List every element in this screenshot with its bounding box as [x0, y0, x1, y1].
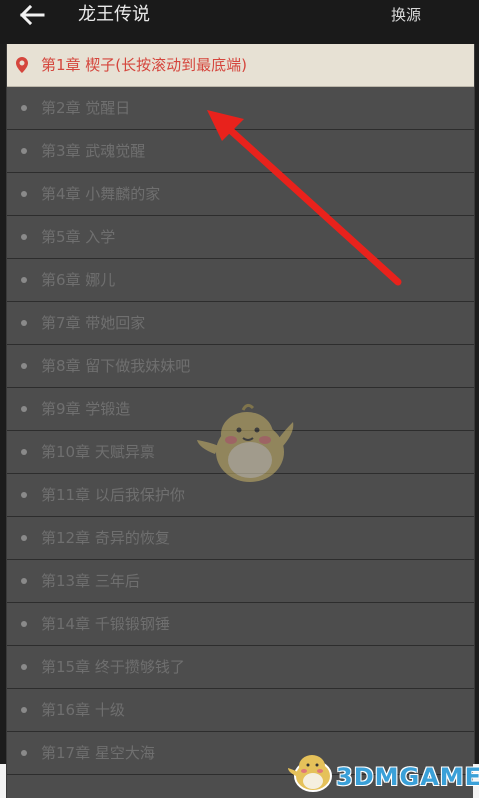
- chapter-title: 第16章 十级: [41, 701, 125, 719]
- page-title: 龙王传说: [78, 4, 150, 25]
- chapter-list-item[interactable]: 第4章 小舞麟的家: [7, 173, 474, 216]
- bullet-icon: [21, 406, 27, 412]
- chapter-list-item[interactable]: 第3章 武魂觉醒: [7, 130, 474, 173]
- chapter-list-item[interactable]: 第1章 楔子(长按滚动到最底端): [7, 44, 474, 87]
- chapter-list-item[interactable]: 第6章 娜儿: [7, 259, 474, 302]
- chapter-title: 第15章 终于攒够钱了: [41, 658, 185, 676]
- chapter-list-item[interactable]: 第8章 留下做我妹妹吧: [7, 345, 474, 388]
- chapter-list-item[interactable]: 第13章 三年后: [7, 560, 474, 603]
- chapter-title: 第1章 楔子(长按滚动到最底端): [41, 56, 248, 74]
- bullet-icon: [21, 449, 27, 455]
- chapter-title: 第13章 三年后: [41, 572, 140, 590]
- chapter-title: 第7章 带她回家: [41, 314, 146, 332]
- bullet-icon: [21, 621, 27, 627]
- bullet-icon: [21, 148, 27, 154]
- page-edge: [0, 764, 6, 798]
- bullet-icon: [21, 750, 27, 756]
- location-pin-icon: [16, 57, 28, 73]
- bullet-icon: [21, 105, 27, 111]
- chapter-list-item[interactable]: 第12章 奇异的恢复: [7, 517, 474, 560]
- chapter-list-item[interactable]: 第15章 终于攒够钱了: [7, 646, 474, 689]
- chapter-title: 第11章 以后我保护你: [41, 486, 185, 504]
- chapter-list-item[interactable]: 第2章 觉醒日: [7, 87, 474, 130]
- bullet-icon: [21, 363, 27, 369]
- chapter-title: 第17章 星空大海: [41, 744, 155, 762]
- chapter-title: 第3章 武魂觉醒: [41, 142, 146, 160]
- chapter-list-item[interactable]: 第14章 千锻锻钢锤: [7, 603, 474, 646]
- bullet-icon: [21, 492, 27, 498]
- chapter-title: 第12章 奇异的恢复: [41, 529, 170, 547]
- bullet-icon: [21, 578, 27, 584]
- bullet-icon: [21, 320, 27, 326]
- chapter-title: 第2章 觉醒日: [41, 99, 131, 117]
- watermark-mascot-icon: [288, 755, 332, 792]
- change-source-button[interactable]: 换源: [391, 5, 421, 25]
- top-app-bar: 龙王传说 换源: [0, 0, 479, 44]
- chapter-list-item[interactable]: 第5章 入学: [7, 216, 474, 259]
- chapter-title: 第14章 千锻锻钢锤: [41, 615, 170, 633]
- bullet-icon: [21, 191, 27, 197]
- arrow-left-icon[interactable]: [18, 4, 46, 26]
- chapter-list-item[interactable]: 第16章 十级: [7, 689, 474, 732]
- chapter-title: 第8章 留下做我妹妹吧: [41, 357, 191, 375]
- watermark-text: 3DMGAME: [336, 763, 479, 791]
- chapter-title: 第9章 学锻造: [41, 400, 131, 418]
- chapter-title: 第6章 娜儿: [41, 271, 116, 289]
- chapter-title: 第10章 天赋异禀: [41, 443, 155, 461]
- chapter-list-item[interactable]: 第7章 带她回家: [7, 302, 474, 345]
- mascot-bird-icon: [197, 403, 294, 482]
- bullet-icon: [21, 535, 27, 541]
- bullet-icon: [21, 234, 27, 240]
- chapter-title: 第4章 小舞麟的家: [41, 185, 161, 203]
- bullet-icon: [21, 707, 27, 713]
- chapter-list-panel[interactable]: 第1章 楔子(长按滚动到最底端) 第2章 觉醒日 第3章 武魂觉醒 第4章 小舞麟的家…: [6, 44, 475, 798]
- bullet-icon: [21, 664, 27, 670]
- bullet-icon: [21, 277, 27, 283]
- chapter-title: 第5章 入学: [41, 228, 116, 246]
